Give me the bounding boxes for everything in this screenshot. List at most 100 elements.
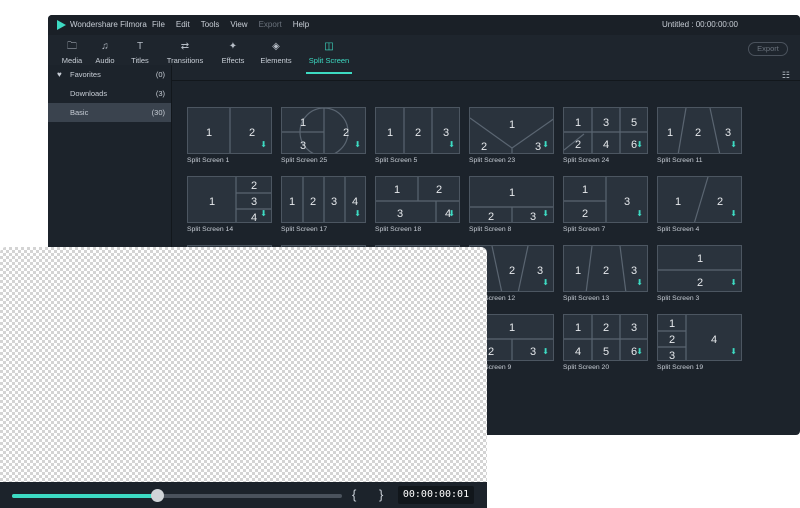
menu-file[interactable]: File <box>152 20 165 29</box>
template-cell-number: 2 <box>603 265 609 277</box>
template-label: Split Screen 14 <box>187 226 234 233</box>
template-divider <box>619 246 627 291</box>
template-divider <box>585 246 593 291</box>
template-label: Split Screen 3 <box>657 295 700 302</box>
preview-window: { } 00:00:00:01 <box>0 247 487 508</box>
mark-out-button[interactable]: } <box>379 487 383 502</box>
split-screen-template[interactable]: 123⬇ <box>375 107 460 154</box>
template-cell-number: 5 <box>631 117 637 129</box>
menu-edit[interactable]: Edit <box>176 20 190 29</box>
sidebar-item-favorites[interactable]: ♥ Favorites (0) <box>48 65 171 84</box>
template-cell-number: 3 <box>443 127 449 139</box>
template-cell-number: 1 <box>675 196 681 208</box>
export-button[interactable]: Export <box>748 42 788 56</box>
template-cell-number: 2 <box>695 127 701 139</box>
split-screen-template[interactable]: 1 2 3 4 ⬇ <box>375 176 460 223</box>
title-bar: Wondershare Filmora File Edit Tools View… <box>48 15 800 35</box>
tab-label: Titles <box>131 56 149 65</box>
template-cell-number: 3 <box>669 350 675 361</box>
template-label: Split Screen 7 <box>563 226 606 233</box>
template-cell-number: 2 <box>575 139 581 151</box>
filmora-logo-icon <box>57 20 66 30</box>
template-cell-number: 2 <box>436 184 442 196</box>
template-cell-number: 3 <box>530 211 536 223</box>
template-cell-number: 4 <box>603 139 609 151</box>
template-cell-number: 1 <box>509 322 515 334</box>
template-cell-number: 2 <box>481 141 487 153</box>
split-screen-template[interactable]: 1 2 3 4 ⬇ <box>187 176 272 223</box>
template-cell-number: 2 <box>603 322 609 334</box>
download-icon[interactable]: ⬇ <box>260 141 267 149</box>
split-screen-template[interactable]: 123⬇ <box>469 176 554 223</box>
template-label: Split Screen 11 <box>657 157 703 164</box>
transition-icon: ⇄ <box>180 41 190 52</box>
heart-icon: ♥ <box>57 70 62 79</box>
template-cell-number: 1 <box>575 117 581 129</box>
template-cell-number: 4 <box>575 346 581 358</box>
template-cell-number: 1 <box>582 184 588 196</box>
template-cell-number: 3 <box>631 265 637 277</box>
template-cell-number: 1 <box>206 127 212 139</box>
template-cell-number: 3 <box>530 346 536 358</box>
split-screen-template[interactable]: 1 3 2 ⬇ <box>281 107 366 154</box>
download-icon[interactable]: ⬇ <box>730 141 737 149</box>
menu-tools[interactable]: Tools <box>201 20 220 29</box>
download-icon[interactable]: ⬇ <box>542 348 549 356</box>
download-icon[interactable]: ⬇ <box>448 210 455 218</box>
split-screen-template[interactable]: 1 2 3 ⬇ <box>563 176 648 223</box>
template-cell-number: 1 <box>575 322 581 334</box>
template-divider <box>693 177 709 222</box>
download-icon[interactable]: ⬇ <box>542 279 549 287</box>
split-screen-template[interactable]: 1 3 5 2 4 6 ⬇ <box>563 107 648 154</box>
split-screen-template[interactable]: 1 2 3 4 ⬇ <box>657 314 742 361</box>
tab-label: Split Screen <box>308 56 350 65</box>
menu-export[interactable]: Export <box>259 20 282 29</box>
progress-handle[interactable] <box>151 489 165 502</box>
mark-in-button[interactable]: { <box>352 487 356 502</box>
template-cell-number: 1 <box>669 318 675 330</box>
template-cell-number: 3 <box>624 196 630 208</box>
download-icon[interactable]: ⬇ <box>636 210 643 218</box>
text-icon: T <box>136 41 144 52</box>
download-icon[interactable]: ⬇ <box>542 141 549 149</box>
download-icon[interactable]: ⬇ <box>354 141 361 149</box>
template-divider <box>491 246 503 291</box>
template-cell-number: 2 <box>717 196 723 208</box>
template-cell-number: 4 <box>352 196 358 208</box>
split-screen-template[interactable]: 1 2 3 4 5 6 ⬇ <box>563 314 648 361</box>
grid-view-icon[interactable]: ☷ <box>782 70 790 81</box>
template-cell-number: 1 <box>394 184 400 196</box>
sidebar-item-label: Favorites <box>70 70 101 79</box>
download-icon[interactable]: ⬇ <box>636 279 643 287</box>
split-screen-icon: ◫ <box>324 41 334 52</box>
sidebar-item-count: (3) <box>155 89 165 98</box>
template-cell-number: 5 <box>603 346 609 358</box>
download-icon[interactable]: ⬇ <box>730 210 737 218</box>
download-icon[interactable]: ⬇ <box>730 348 737 356</box>
split-screen-template[interactable]: 123⬇ <box>469 107 554 154</box>
download-icon[interactable]: ⬇ <box>636 348 643 356</box>
split-screen-template[interactable]: 1 2 ⬇ <box>187 107 272 154</box>
template-label: Split Screen 24 <box>563 157 610 164</box>
sidebar-item-basic[interactable]: Basic (30) <box>48 103 171 122</box>
download-icon[interactable]: ⬇ <box>542 210 549 218</box>
split-screen-template[interactable]: 1 2 ⬇ <box>657 245 742 292</box>
template-cell-number: 2 <box>582 208 588 220</box>
menu-view[interactable]: View <box>230 20 247 29</box>
download-icon[interactable]: ⬇ <box>636 141 643 149</box>
split-screen-template[interactable]: 123⬇ <box>657 107 742 154</box>
split-screen-template[interactable]: 1 2 3 4 ⬇ <box>281 176 366 223</box>
download-icon[interactable]: ⬇ <box>448 141 455 149</box>
template-cell-number: 1 <box>300 117 306 129</box>
download-icon[interactable]: ⬇ <box>260 210 267 218</box>
sidebar-item-downloads[interactable]: Downloads (3) <box>48 84 171 103</box>
split-screen-template[interactable]: 1 2 ⬇ <box>657 176 742 223</box>
template-label: Split Screen 13 <box>563 295 610 302</box>
menu-help[interactable]: Help <box>293 20 309 29</box>
download-icon[interactable]: ⬇ <box>354 210 361 218</box>
app-title: Wondershare Filmora <box>70 20 147 29</box>
template-cell-number: 3 <box>725 127 731 139</box>
download-icon[interactable]: ⬇ <box>730 279 737 287</box>
split-screen-template[interactable]: 123⬇ <box>563 245 648 292</box>
progress-slider[interactable] <box>12 489 342 502</box>
